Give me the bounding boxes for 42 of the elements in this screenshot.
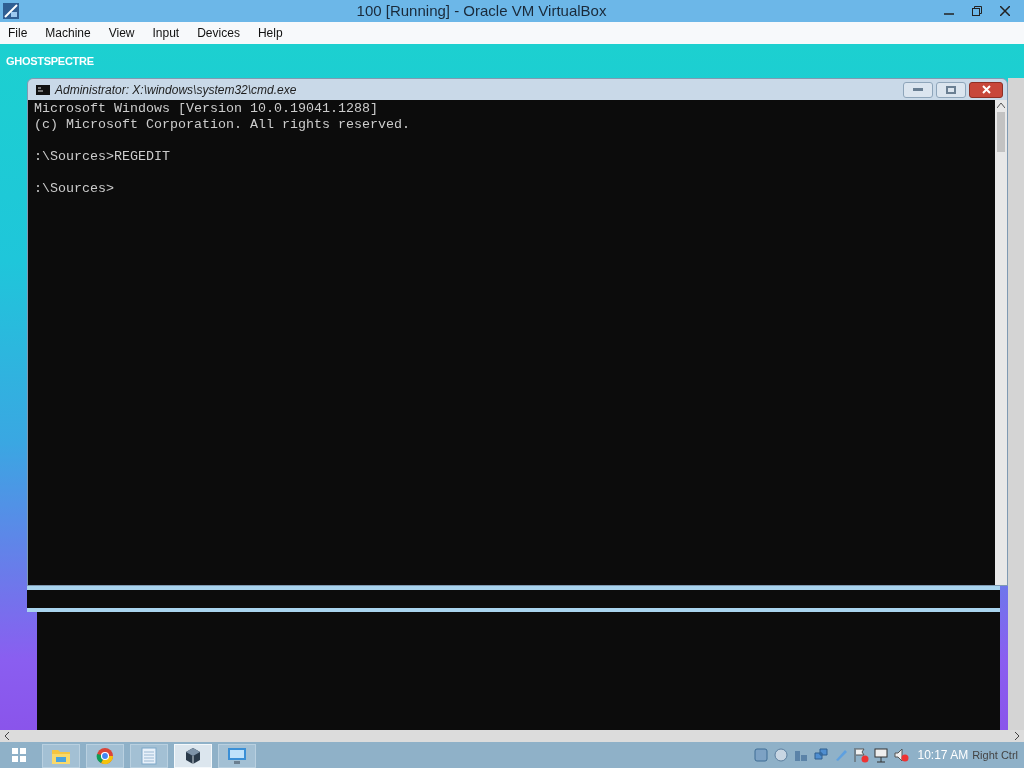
monitor-icon — [227, 747, 247, 765]
folder-icon — [51, 747, 71, 765]
minimize-icon — [913, 88, 923, 91]
console-line: :\Sources>REGEDIT — [34, 149, 170, 164]
window-title: 100 [Running] - Oracle VM VirtualBox — [355, 0, 608, 21]
scroll-left-icon — [4, 732, 10, 740]
host-key-label: Right Ctrl — [972, 747, 1018, 763]
menu-item[interactable]: Input — [152, 24, 180, 42]
console-line: Microsoft Windows [Version 10.0.19041.1288] — [34, 101, 378, 116]
scroll-up-icon — [997, 103, 1005, 108]
status-icon[interactable] — [813, 747, 830, 763]
maximize-icon — [946, 85, 956, 94]
scroll-thumb[interactable] — [997, 112, 1005, 152]
app-icon — [3, 3, 19, 19]
speaker-icon[interactable] — [893, 747, 910, 763]
restore-icon[interactable] — [972, 6, 982, 16]
scrollbar[interactable] — [995, 100, 1007, 585]
notepad-icon — [141, 747, 157, 765]
menu-item[interactable]: View — [108, 24, 135, 42]
menu-item[interactable]: Devices — [197, 24, 240, 42]
close-button[interactable] — [969, 81, 1003, 98]
scroll-right-icon — [1014, 732, 1020, 740]
banner-text: GHOSTSPECTRE — [6, 55, 94, 67]
minimize-button[interactable] — [903, 81, 933, 98]
console-icon — [36, 84, 50, 95]
network-icon[interactable] — [873, 747, 890, 763]
menu-item[interactable]: Machine — [45, 24, 91, 42]
windows-icon[interactable] — [12, 748, 26, 762]
status-icon[interactable] — [753, 747, 770, 763]
console-title: Administrator: X:\windows\system32\cmd.exe — [55, 81, 297, 99]
horizontal-scrollbar[interactable] — [0, 730, 1024, 742]
scrollbar[interactable] — [1008, 78, 1024, 730]
browser-icon — [96, 747, 114, 765]
close-icon[interactable] — [1000, 6, 1010, 16]
menu-item[interactable]: File — [8, 24, 28, 42]
close-icon — [981, 85, 991, 94]
menu-item[interactable]: Help — [257, 24, 283, 42]
console-line: (c) Microsoft Corporation. All rights reserved. — [34, 117, 410, 132]
flag-icon[interactable] — [853, 747, 870, 763]
status-icon[interactable] — [773, 747, 790, 763]
cube-icon — [184, 747, 202, 765]
console-line: :\Sources> — [34, 181, 114, 196]
